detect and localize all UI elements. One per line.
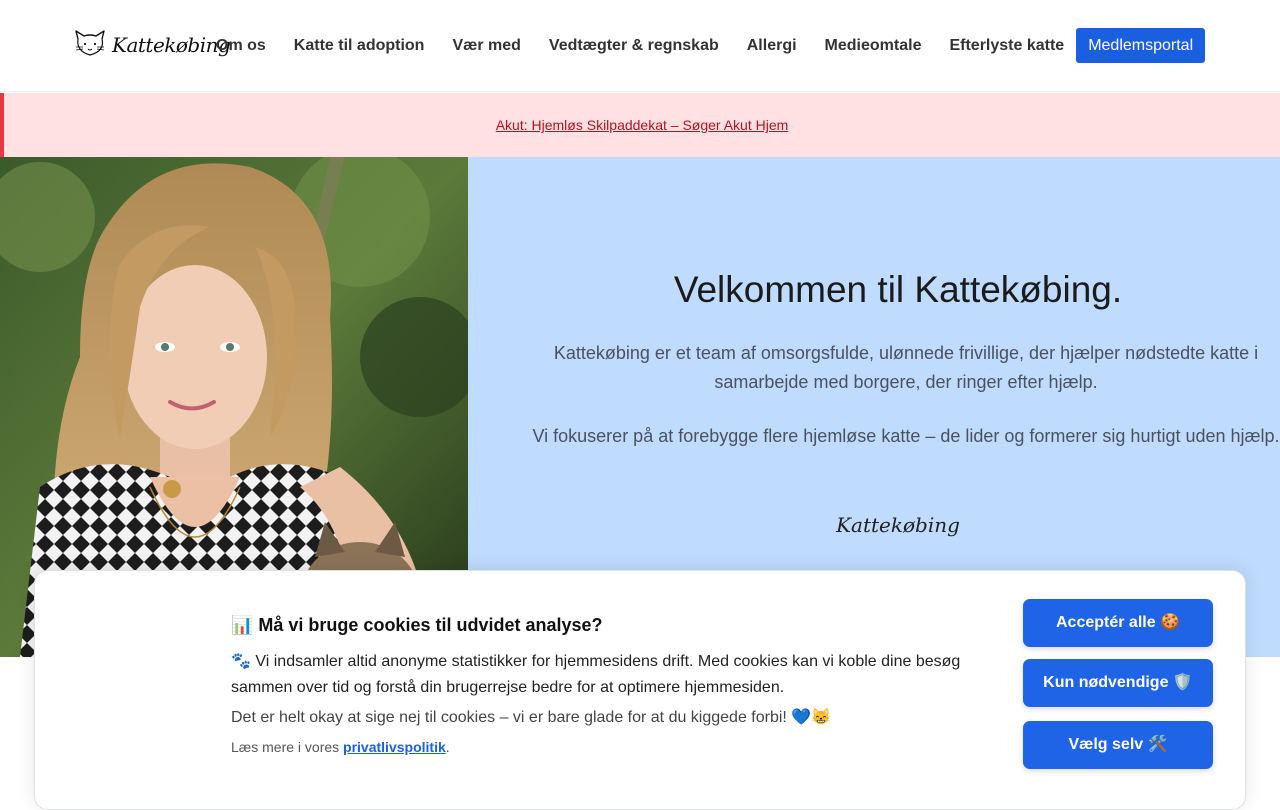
- choose-cookies-button[interactable]: Vælg selv 🛠️: [1023, 721, 1213, 769]
- hero-signature: Kattekøbing: [836, 513, 960, 537]
- nav-item-katte-til-adoption[interactable]: Katte til adoption: [280, 37, 439, 55]
- medlemsportal-button[interactable]: Medlemsportal: [1076, 28, 1206, 63]
- cookie-title: 📊 Må vi bruge cookies til udvidet analys…: [231, 615, 603, 635]
- nav-item-om-os[interactable]: Om os: [202, 37, 280, 55]
- hero-title: Velkommen til Kattekøbing.: [673, 269, 1123, 310]
- main-nav: Om os Katte til adoption Vær med Vedtægt…: [202, 28, 1206, 63]
- nav-item-efterlyste-katte[interactable]: Efterlyste katte: [935, 37, 1078, 55]
- site-header: Kattekøbing Om os Katte til adoption Vær…: [0, 0, 1280, 92]
- nav-item-medieomtale[interactable]: Medieomtale: [811, 37, 936, 55]
- nav-item-vedtaegter-regnskab[interactable]: Vedtægter & regnskab: [535, 37, 733, 55]
- privacy-suffix: .: [445, 739, 450, 755]
- privacy-policy-link[interactable]: privatlivspolitik: [343, 739, 446, 755]
- cookie-description: 🐾 Vi indsamler altid anonyme statistikke…: [231, 653, 961, 696]
- hero-paragraph-1: Kattekøbing er et team af omsorgsfulde, …: [553, 343, 1259, 392]
- alert-link[interactable]: Akut: Hjemløs Skilpaddekat – Søger Akut …: [496, 117, 789, 133]
- necessary-only-button[interactable]: Kun nødvendige 🛡️: [1023, 659, 1213, 707]
- cookie-reassurance: Det er helt okay at sige nej til cookies…: [231, 709, 832, 726]
- alert-banner: Akut: Hjemløs Skilpaddekat – Søger Akut …: [0, 93, 1280, 157]
- hero-paragraph-2: Vi fokuserer på at forebygge flere hjeml…: [532, 426, 1280, 446]
- cookie-dialog: 📊 Må vi bruge cookies til udvidet analys…: [34, 570, 1246, 810]
- accept-all-button[interactable]: Acceptér alle 🍪: [1023, 599, 1213, 647]
- nav-item-vaer-med[interactable]: Vær med: [438, 37, 534, 55]
- privacy-prefix: Læs mere i vores: [231, 739, 344, 755]
- cat-logo-icon: [75, 30, 105, 56]
- cookie-privacy-line: Læs mere i vores privatlivspolitik.: [231, 739, 450, 755]
- nav-item-allergi[interactable]: Allergi: [733, 37, 811, 55]
